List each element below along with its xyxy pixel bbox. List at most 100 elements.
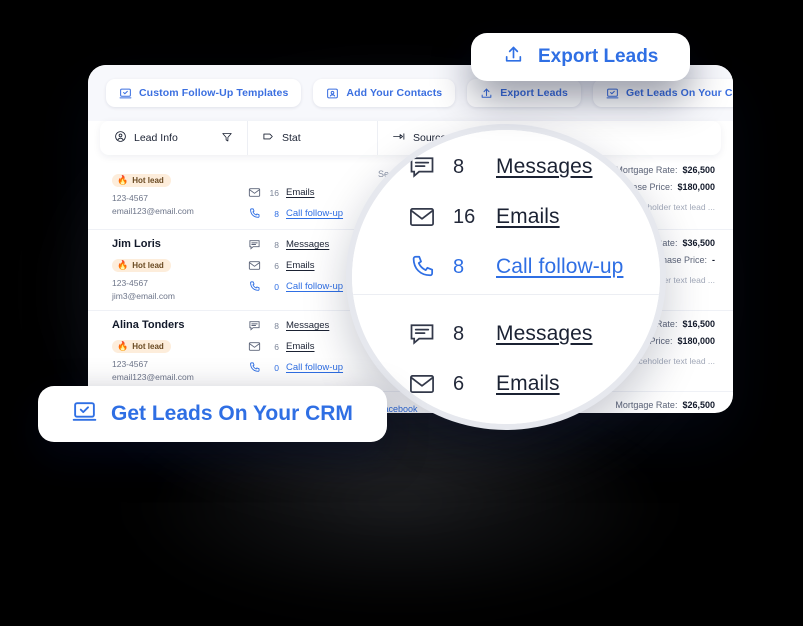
status-badge-label: Hot lead — [132, 261, 164, 270]
mortgage-rate-value: $16,500 — [682, 319, 715, 329]
stat-count: 6 — [274, 260, 279, 271]
add-your-contacts-button[interactable]: Add Your Contacts — [313, 79, 456, 107]
stat-count: 0 — [274, 281, 279, 292]
purchase-price-value: $180,000 — [677, 182, 715, 192]
stat-count: 0 — [274, 362, 279, 373]
phone-icon — [248, 207, 261, 220]
stat-count: 16 — [269, 187, 279, 198]
contact-card-icon — [326, 87, 339, 100]
stat-label: Call follow-up — [286, 208, 344, 219]
magnified-stat-count: 8 — [453, 255, 465, 278]
lead-name: Alina Tonders — [112, 319, 185, 331]
stat-count: 6 — [274, 341, 279, 352]
mortgage-rate-value: $36,500 — [682, 238, 715, 248]
stat-count: 8 — [274, 239, 279, 250]
user-circle-icon — [114, 130, 127, 146]
message-icon — [408, 153, 436, 181]
stat-label: Call follow-up — [286, 281, 344, 292]
purchase-price-value: $180,000 — [677, 336, 715, 346]
lead-email: jim3@email.com — [112, 291, 175, 301]
laptop-check-icon — [72, 399, 97, 430]
magnified-stat-count: 6 — [453, 372, 465, 395]
envelope-icon — [248, 186, 261, 199]
stat-label: Emails — [286, 341, 315, 352]
laptop-check-icon — [606, 87, 619, 100]
status-badge-label: Hot lead — [132, 176, 164, 185]
get-leads-on-your-crm-button[interactable]: Get Leads On Your CRM — [592, 79, 733, 107]
phone-icon — [408, 253, 436, 281]
background-glow-secondary — [120, 430, 680, 610]
get-leads-on-your-crm-callout[interactable]: Get Leads On Your CRM — [38, 386, 387, 442]
screenshot-stage: Custom Follow-Up Templates Add Your Cont… — [0, 0, 803, 626]
flame-icon: 🔥 — [117, 260, 129, 270]
magnified-stat-emails[interactable]: 16 Emails — [408, 192, 660, 242]
magnified-stat-label: Call fo... — [496, 422, 574, 424]
add-your-contacts-label: Add Your Contacts — [346, 87, 443, 99]
envelope-icon — [408, 370, 436, 398]
column-header-lead-info-label: Lead Info — [134, 132, 178, 144]
lead-info-cell: 🔥 Hot lead 123-4567 email123@email.com — [88, 165, 248, 216]
stat-label: Emails — [286, 260, 315, 271]
phone-icon — [248, 361, 261, 374]
magnified-stat-label: Messages — [496, 155, 593, 178]
column-header-lead-info[interactable]: Lead Info — [100, 121, 248, 155]
status-badge: 🔥 Hot lead — [112, 259, 171, 272]
flame-icon: 🔥 — [117, 341, 129, 351]
filter-icon[interactable] — [221, 131, 233, 146]
magnified-stat-count: 16 — [453, 205, 476, 228]
status-badge-label: Hot lead — [132, 342, 164, 351]
custom-follow-up-templates-button[interactable]: Custom Follow-Up Templates — [106, 79, 302, 107]
lead-phone: 123-4567 — [112, 193, 148, 203]
status-badge: 🔥 Hot lead — [112, 174, 171, 187]
message-icon — [408, 320, 436, 348]
stat-label: Emails — [286, 187, 315, 198]
magnifier-lens: 8 Messages 16 Emails 8 Call follow-up 8 … — [352, 130, 660, 424]
stat-count: 8 — [274, 208, 279, 219]
phone-icon — [248, 280, 261, 293]
lead-phone: 123-4567 — [112, 359, 148, 369]
stat-label: Messages — [286, 239, 330, 250]
export-leads-callout-label: Export Leads — [538, 46, 659, 67]
magnified-stat-messages[interactable]: 8 Messages — [408, 309, 660, 359]
custom-follow-up-templates-label: Custom Follow-Up Templates — [139, 87, 289, 99]
message-icon — [248, 238, 261, 251]
upload-icon — [480, 87, 493, 100]
lead-email: email123@email.com — [112, 372, 194, 382]
magnified-stat-call-follow-up[interactable]: 8 Call follow-up — [408, 242, 660, 292]
lead-name: Jim Loris — [112, 238, 161, 250]
magnified-stat-list: 8 Messages 16 Emails 8 Call follow-up 8 … — [352, 142, 660, 424]
get-leads-on-your-crm-callout-label: Get Leads On Your CRM — [111, 402, 353, 425]
magnified-stat-messages[interactable]: 8 Messages — [408, 142, 660, 192]
lead-phone: 123-4567 — [112, 278, 148, 288]
mortgage-rate-value: $26,500 — [682, 165, 715, 175]
export-leads-callout[interactable]: Export Leads — [471, 33, 691, 81]
magnified-stat-count: 8 — [453, 155, 465, 178]
magnified-stat-call-follow-up-partial[interactable]: Call fo... — [408, 409, 660, 424]
lead-info-cell: Alina Tonders 🔥 Hot lead 123-4567 email1… — [88, 319, 248, 382]
lead-info-cell: Jim Loris 🔥 Hot lead 123-4567 jim3@email… — [88, 238, 248, 301]
column-header-stat-label: Stat — [282, 132, 301, 144]
magnified-stat-label: Messages — [496, 322, 593, 345]
laptop-check-icon — [119, 87, 132, 100]
magnified-stat-emails[interactable]: 6 Emails — [408, 359, 660, 409]
stat-emails[interactable]: 16 Emails — [248, 186, 378, 199]
stat-emails[interactable]: 6 Emails — [248, 340, 378, 353]
status-badge: 🔥 Hot lead — [112, 340, 171, 353]
envelope-icon — [248, 340, 261, 353]
tag-icon — [262, 130, 275, 146]
upload-icon — [503, 44, 524, 71]
export-leads-label: Export Leads — [500, 87, 568, 99]
message-icon — [248, 319, 261, 332]
column-header-stat[interactable]: Stat — [248, 121, 378, 155]
export-leads-button[interactable]: Export Leads — [467, 79, 581, 107]
purchase-price-value: - — [712, 255, 715, 265]
magnified-row-divider — [352, 294, 660, 295]
arrow-source-icon — [392, 130, 406, 146]
envelope-icon — [408, 203, 436, 231]
stat-call-follow-up[interactable]: 0 Call follow-up — [248, 361, 378, 374]
magnified-stat-label: Emails — [496, 205, 560, 228]
stat-label: Call follow-up — [286, 362, 344, 373]
magnified-stat-count: 8 — [453, 322, 465, 345]
stat-label: Messages — [286, 320, 330, 331]
get-leads-on-your-crm-label: Get Leads On Your CRM — [625, 87, 733, 99]
